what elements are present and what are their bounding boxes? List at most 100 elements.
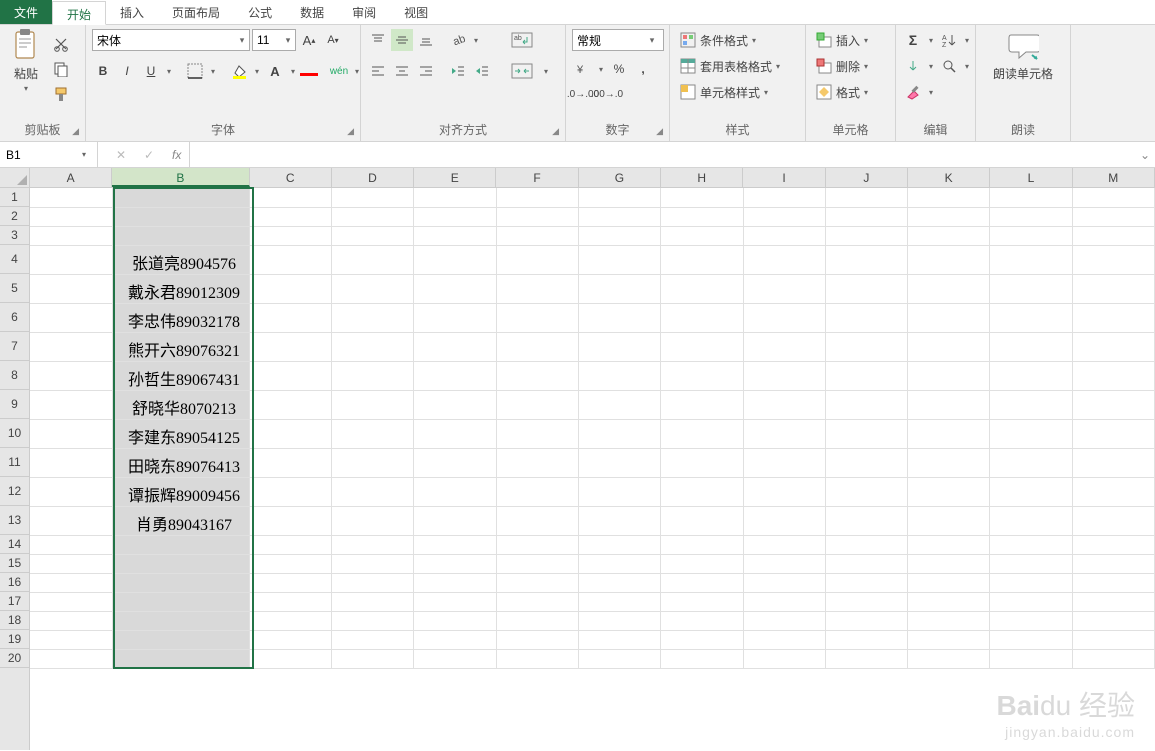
cell-D4[interactable] bbox=[332, 245, 414, 274]
cell-L17[interactable] bbox=[990, 592, 1072, 611]
cell-F5[interactable] bbox=[496, 274, 578, 303]
cell-K18[interactable] bbox=[908, 611, 990, 630]
cell-D2[interactable] bbox=[332, 207, 414, 226]
cell-M6[interactable] bbox=[1072, 303, 1154, 332]
percent-button[interactable]: % bbox=[608, 58, 630, 80]
row-header-13[interactable]: 13 bbox=[0, 506, 29, 535]
cell-D5[interactable] bbox=[332, 274, 414, 303]
formula-input[interactable] bbox=[190, 142, 1135, 167]
cell-F18[interactable] bbox=[496, 611, 578, 630]
cell-D19[interactable] bbox=[332, 630, 414, 649]
cell-F15[interactable] bbox=[496, 554, 578, 573]
cell-L16[interactable] bbox=[990, 573, 1072, 592]
cell-J10[interactable] bbox=[825, 419, 907, 448]
cell-G10[interactable] bbox=[578, 419, 660, 448]
cell-A3[interactable] bbox=[30, 226, 112, 245]
cell-L3[interactable] bbox=[990, 226, 1072, 245]
delete-cells-button[interactable]: 删除▾ bbox=[812, 55, 872, 77]
cell-L13[interactable] bbox=[990, 506, 1072, 535]
cell-C12[interactable] bbox=[249, 477, 331, 506]
read-cells-button[interactable]: 朗读单元格 bbox=[989, 29, 1057, 84]
row-header-2[interactable]: 2 bbox=[0, 207, 29, 226]
cell-H18[interactable] bbox=[661, 611, 743, 630]
cell-L5[interactable] bbox=[990, 274, 1072, 303]
row-header-18[interactable]: 18 bbox=[0, 611, 29, 630]
cell-I4[interactable] bbox=[743, 245, 825, 274]
cell-K6[interactable] bbox=[908, 303, 990, 332]
col-header-J[interactable]: J bbox=[826, 168, 908, 187]
cell-B1[interactable] bbox=[112, 188, 249, 207]
orientation-button[interactable]: ab bbox=[447, 29, 469, 51]
chevron-down-icon[interactable]: ▾ bbox=[281, 35, 295, 46]
underline-button[interactable]: U bbox=[140, 60, 162, 82]
clear-dropdown[interactable]: ▾ bbox=[926, 88, 936, 97]
increase-indent-button[interactable] bbox=[471, 60, 493, 82]
fx-icon[interactable]: fx bbox=[172, 142, 190, 167]
cell-F2[interactable] bbox=[496, 207, 578, 226]
cell-L7[interactable] bbox=[990, 332, 1072, 361]
cell-E10[interactable] bbox=[414, 419, 496, 448]
tab-file[interactable]: 文件 bbox=[0, 0, 52, 24]
cell-A16[interactable] bbox=[30, 573, 112, 592]
cell-E8[interactable] bbox=[414, 361, 496, 390]
cell-C2[interactable] bbox=[249, 207, 331, 226]
name-box-dropdown[interactable]: ▾ bbox=[76, 150, 92, 159]
wrap-text-button[interactable]: ab bbox=[505, 29, 539, 51]
cell-M3[interactable] bbox=[1072, 226, 1154, 245]
merge-dropdown[interactable]: ▾ bbox=[541, 67, 551, 76]
border-button[interactable] bbox=[184, 60, 206, 82]
cell-F1[interactable] bbox=[496, 188, 578, 207]
paste-button[interactable]: 粘贴 ▾ bbox=[6, 29, 46, 95]
font-size-combo[interactable]: ▾ bbox=[252, 29, 296, 51]
cell-B6[interactable] bbox=[112, 303, 249, 332]
cell-D11[interactable] bbox=[332, 448, 414, 477]
row-header-19[interactable]: 19 bbox=[0, 630, 29, 649]
row-header-11[interactable]: 11 bbox=[0, 448, 29, 477]
cell-E3[interactable] bbox=[414, 226, 496, 245]
format-as-table-button[interactable]: 套用表格格式▾ bbox=[676, 55, 784, 77]
cell-I18[interactable] bbox=[743, 611, 825, 630]
cell-D12[interactable] bbox=[332, 477, 414, 506]
cell-I20[interactable] bbox=[743, 649, 825, 668]
cell-I16[interactable] bbox=[743, 573, 825, 592]
col-header-G[interactable]: G bbox=[579, 168, 661, 187]
cell-B4[interactable] bbox=[112, 245, 249, 274]
col-header-F[interactable]: F bbox=[496, 168, 578, 187]
cell-M8[interactable] bbox=[1072, 361, 1154, 390]
cell-K16[interactable] bbox=[908, 573, 990, 592]
cell-A15[interactable] bbox=[30, 554, 112, 573]
accounting-dropdown[interactable]: ▾ bbox=[596, 65, 606, 74]
cell-F14[interactable] bbox=[496, 535, 578, 554]
cell-B20[interactable] bbox=[112, 649, 249, 668]
chevron-down-icon[interactable]: ▾ bbox=[645, 35, 659, 46]
insert-cells-button[interactable]: 插入▾ bbox=[812, 29, 872, 51]
cell-L12[interactable] bbox=[990, 477, 1072, 506]
decrease-decimal-button[interactable]: .00→.0 bbox=[596, 83, 618, 105]
conditional-format-button[interactable]: 条件格式▾ bbox=[676, 29, 760, 51]
row-header-16[interactable]: 16 bbox=[0, 573, 29, 592]
cell-D1[interactable] bbox=[332, 188, 414, 207]
cell-E15[interactable] bbox=[414, 554, 496, 573]
cell-I1[interactable] bbox=[743, 188, 825, 207]
cell-H15[interactable] bbox=[661, 554, 743, 573]
cell-H2[interactable] bbox=[661, 207, 743, 226]
row-header-15[interactable]: 15 bbox=[0, 554, 29, 573]
cell-F4[interactable] bbox=[496, 245, 578, 274]
row-header-5[interactable]: 5 bbox=[0, 274, 29, 303]
cell-K8[interactable] bbox=[908, 361, 990, 390]
cell-G5[interactable] bbox=[578, 274, 660, 303]
cell-E18[interactable] bbox=[414, 611, 496, 630]
increase-font-button[interactable]: A▴ bbox=[298, 29, 320, 51]
row-header-20[interactable]: 20 bbox=[0, 649, 29, 668]
accounting-format-button[interactable]: ¥ bbox=[572, 58, 594, 80]
cell-G6[interactable] bbox=[578, 303, 660, 332]
cell-E5[interactable] bbox=[414, 274, 496, 303]
cell-M10[interactable] bbox=[1072, 419, 1154, 448]
cell-M14[interactable] bbox=[1072, 535, 1154, 554]
cell-B8[interactable] bbox=[112, 361, 249, 390]
cell-A11[interactable] bbox=[30, 448, 112, 477]
paste-dropdown[interactable]: ▾ bbox=[21, 84, 31, 93]
cell-G9[interactable] bbox=[578, 390, 660, 419]
cell-K1[interactable] bbox=[908, 188, 990, 207]
cell-M16[interactable] bbox=[1072, 573, 1154, 592]
